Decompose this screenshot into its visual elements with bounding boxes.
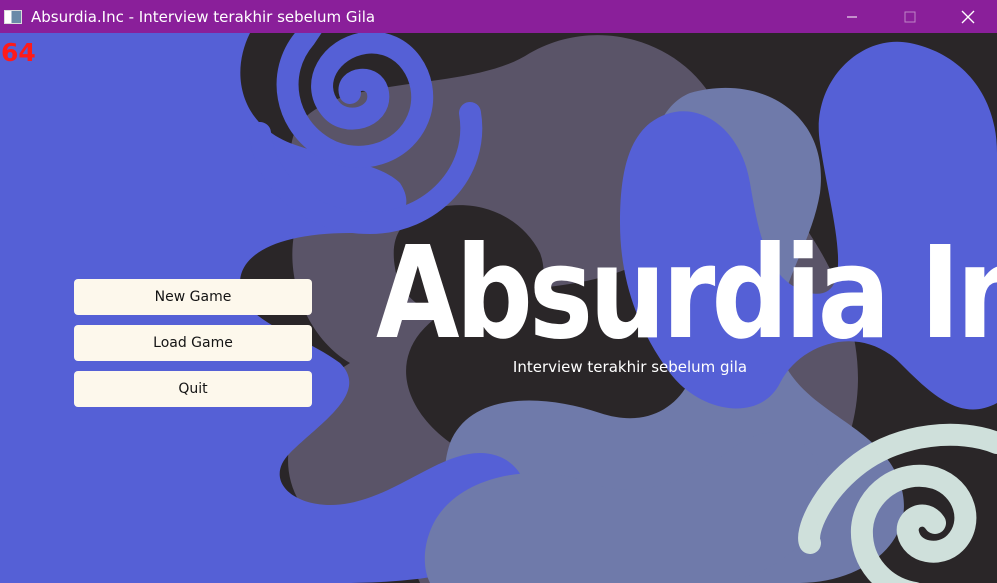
load-game-button[interactable]: Load Game [74, 325, 312, 361]
close-button[interactable] [939, 0, 997, 33]
maximize-icon [904, 11, 916, 22]
fps-counter: 64 [1, 38, 36, 67]
window-title: Absurdia.Inc - Interview terakhir sebelu… [31, 7, 376, 26]
quit-button[interactable]: Quit [74, 371, 312, 407]
game-subtitle: Interview terakhir sebelum gila [512, 358, 748, 376]
close-icon [961, 10, 975, 23]
app-window-icon [4, 9, 22, 24]
main-menu: New Game Load Game Quit [74, 279, 312, 417]
title-bar[interactable]: Absurdia.Inc - Interview terakhir sebelu… [0, 0, 997, 33]
maximize-button[interactable] [881, 0, 939, 33]
new-game-button[interactable]: New Game [74, 279, 312, 315]
game-title: Absurdia Inc [376, 220, 997, 368]
game-window: Absurdia.Inc - Interview terakhir sebelu… [0, 0, 997, 583]
window-controls [823, 0, 997, 33]
minimize-button[interactable] [823, 0, 881, 33]
minimize-icon [847, 16, 857, 17]
